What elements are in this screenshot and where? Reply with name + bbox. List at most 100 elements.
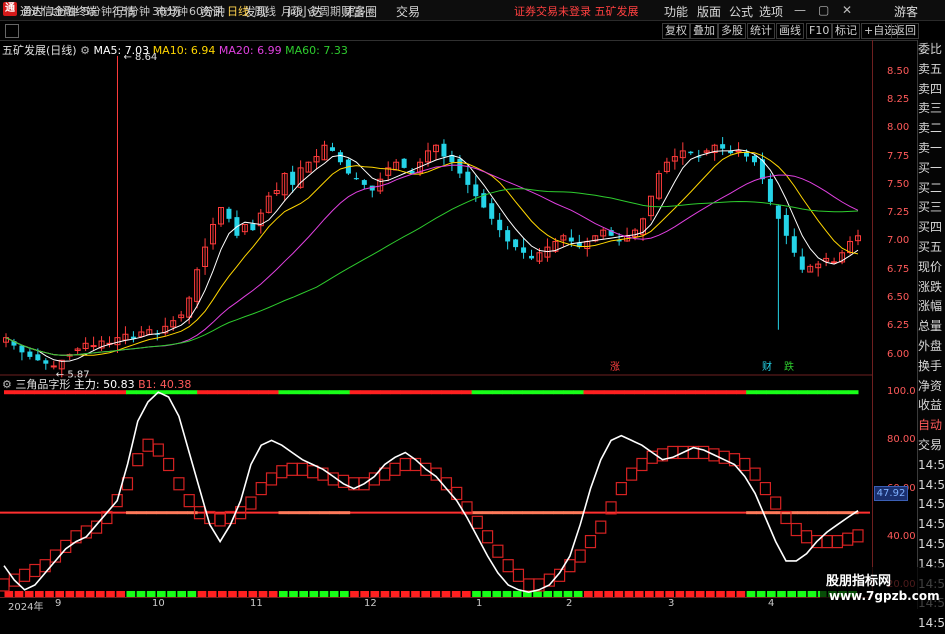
trend-band-top [309,390,320,395]
side-item[interactable]: 换手 [918,357,945,377]
trend-band-top [197,390,208,395]
level-50-highlight [746,511,757,515]
b1-step-box [132,453,144,467]
trend-band-top [65,390,76,395]
level-50-highlight [553,511,564,515]
side-item[interactable]: 净资 [918,377,945,397]
trend-band-top [532,390,544,395]
level-50-highlight [176,511,188,515]
level-50-highlight [522,511,534,515]
side-item[interactable]: 买三 [918,198,945,218]
trend-band-top [715,390,727,395]
level-50-highlight [797,511,808,515]
side-item[interactable]: 现价 [918,258,945,278]
maximize-icon[interactable]: ▢ [818,3,829,17]
trend-band-top [725,390,737,395]
mark-button[interactable]: 标记 [832,23,860,39]
multi-stock-button[interactable]: 多股 [718,23,746,39]
tab-30min[interactable]: 30分钟 [152,3,188,19]
minimize-icon[interactable]: — [794,3,806,17]
side-item[interactable]: 14:56 [918,614,945,634]
restore-rights-button[interactable]: 复权 [662,23,690,39]
trend-band-top [54,390,66,395]
side-item[interactable]: 买四 [918,218,945,238]
trend-band-top [542,390,554,395]
trend-band-top [258,390,269,395]
side-item[interactable]: 收益 [918,396,945,416]
close-icon[interactable]: ✕ [842,3,852,17]
side-item[interactable]: 交易 [918,436,945,456]
side-item[interactable]: 14:56 [918,535,945,555]
side-item[interactable]: 自动 [918,416,945,436]
level-50-highlight [502,511,513,515]
indicator-tick-label: 100.0 [887,386,916,398]
b1-step-box [759,481,771,496]
side-item[interactable]: 卖四 [918,80,945,100]
side-item[interactable]: 14:56 [918,476,945,496]
menu-formula[interactable]: 公式 [729,3,753,20]
side-item[interactable]: 14:56 [918,495,945,515]
trend-band-top [573,390,584,395]
chart-canvas[interactable]: ← 8.64 ← 5.87 涨 财跌 [0,40,872,597]
trend-band-top [370,390,381,395]
tab-1min[interactable]: 1分钟 [49,3,78,19]
tab-15min[interactable]: 15分钟 [114,3,150,19]
high-price-label: ← 8.64 [123,52,157,63]
level-50-highlight [339,511,351,515]
tab-daily[interactable]: 日线 [227,3,249,19]
side-item[interactable]: 外盘 [918,337,945,357]
candle-body [90,345,97,348]
side-item[interactable]: 14:56 [918,456,945,476]
side-item[interactable]: 卖二 [918,119,945,139]
side-item[interactable]: 卖一 [918,139,945,159]
tab-60min[interactable]: 60分钟 [189,3,225,19]
side-item[interactable]: 委比 [918,40,945,60]
menu-trade[interactable]: 交易 [396,3,420,20]
level-50-highlight [492,511,503,515]
back-button[interactable]: 返回 [891,23,919,39]
trend-band-top [400,390,412,395]
tab-intraday[interactable]: 分时 [22,3,44,19]
trend-band-top [451,390,462,395]
level-50-highlight [298,511,310,515]
toolbar-toggle-icon[interactable] [5,24,19,38]
side-item[interactable]: 买五 [918,238,945,258]
side-item[interactable]: 涨跌 [918,278,945,298]
tab-5min[interactable]: 5分钟 [83,3,112,19]
login-notice[interactable]: 证券交易未登录 五矿发展 [514,3,639,19]
trend-band-top [380,390,391,395]
draw-line-button[interactable]: 画线 [776,23,804,39]
side-item[interactable]: 卖五 [918,60,945,80]
side-item[interactable]: 买一 [918,159,945,179]
level-50-highlight [166,511,178,515]
side-item[interactable]: 14:56 [918,515,945,535]
menu-layout[interactable]: 版面 [697,3,721,20]
guest-user[interactable]: 游客 [894,3,918,20]
side-item[interactable]: 涨幅 [918,297,945,317]
tab-more[interactable]: 更多 [344,3,366,19]
trend-band-top [634,390,645,395]
b1-step-box [749,467,761,481]
trend-band-top [593,390,605,395]
overlay-button[interactable]: 叠加 [690,23,718,39]
statistics-button[interactable]: 统计 [747,23,775,39]
b1-step-box [214,513,226,527]
trend-band-top [166,390,178,395]
f10-button[interactable]: F10 [806,23,833,39]
tab-monthly[interactable]: 月线 [281,3,303,19]
tab-weekly[interactable]: 周线 [254,3,276,19]
candle-body [783,214,789,236]
level-50-highlight [156,511,168,515]
more-chevron-icon[interactable]: › [369,3,373,16]
side-item[interactable]: 买二 [918,179,945,199]
trend-band-top [268,390,279,395]
b1-step-box [163,457,175,472]
price-tick-label: 7.50 [887,178,910,190]
menu-functions[interactable]: 功能 [664,3,688,20]
tab-multi-period[interactable]: 多周期 [308,3,341,19]
side-item[interactable]: 卖三 [918,99,945,119]
trend-band-top [563,390,574,395]
side-item[interactable]: 总量 [918,317,945,337]
level-50-highlight [126,511,137,515]
menu-options[interactable]: 选项 [759,3,783,20]
